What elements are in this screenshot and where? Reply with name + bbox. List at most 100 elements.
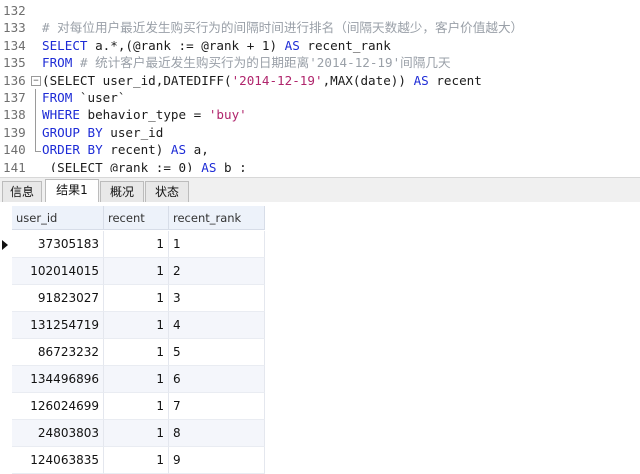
code-text: (SELECT @rank := 0) AS b ; xyxy=(42,159,247,172)
cell-recent[interactable]: 1 xyxy=(104,366,169,393)
code-token: '2014-12-19' xyxy=(231,72,323,88)
code-token: AS xyxy=(170,142,187,158)
line-number: 132 xyxy=(3,3,26,18)
code-line[interactable]: 134 SELECT a.*,(@rank := @rank + 1) AS re… xyxy=(0,37,640,54)
current-row-indicator-icon xyxy=(2,240,8,250)
code-text: ORDER BY recent) AS a, xyxy=(42,141,209,158)
code-line[interactable]: 141 (SELECT @rank := 0) AS b ; xyxy=(0,159,640,172)
cell-recent[interactable]: 1 xyxy=(104,285,169,312)
code-token: ORDER BY xyxy=(42,142,103,158)
table-row[interactable]: 91823027 1 3 xyxy=(0,285,265,312)
line-number: 140 xyxy=(3,142,26,158)
column-header-recent-rank[interactable]: recent_rank xyxy=(169,206,265,230)
result-grid: user_id recent recent_rank 37305183 1 1 102… xyxy=(0,202,640,474)
code-token: # 统计客户最近发生购买行为的日期距离'2014-12-19'间隔几天 xyxy=(79,55,451,71)
result-tabs: 信息 结果1 概况 状态 xyxy=(0,177,640,203)
table-row[interactable]: 131254719 1 4 xyxy=(0,312,265,339)
code-line[interactable]: 133 # 对每位用户最近发生购买行为的间隔时间进行排名（间隔天数越少，客户价值越… xyxy=(0,19,640,36)
code-token: FROM xyxy=(42,89,73,105)
cell-recent[interactable]: 1 xyxy=(104,258,169,285)
cell-recent-rank[interactable]: 1 xyxy=(169,231,265,258)
cell-recent[interactable]: 1 xyxy=(104,339,169,366)
code-text: FROM # 统计客户最近发生购买行为的日期距离'2014-12-19'间隔几天 xyxy=(42,54,451,71)
code-text: (SELECT user_id,DATEDIFF('2014-12-19',MA… xyxy=(42,72,482,89)
code-token: 'buy' xyxy=(208,107,247,123)
fold-guide xyxy=(35,88,36,107)
fold-end-guide xyxy=(35,141,41,153)
code-token: SELECT xyxy=(42,37,88,53)
code-line[interactable]: 139 GROUP BY user_id xyxy=(0,123,640,142)
cell-user-id[interactable]: 124063835 xyxy=(12,447,104,474)
cell-user-id[interactable]: 131254719 xyxy=(12,312,104,339)
cell-recent[interactable]: 1 xyxy=(104,231,169,258)
table-row[interactable]: 37305183 1 1 xyxy=(0,231,265,258)
tab-result1[interactable]: 结果1 xyxy=(45,179,99,203)
code-token: WHERE xyxy=(42,107,80,123)
tab-status[interactable]: 状态 xyxy=(145,181,189,202)
code-token: `user` xyxy=(72,89,126,105)
code-token: AS xyxy=(284,37,300,53)
cell-recent-rank[interactable]: 3 xyxy=(169,285,265,312)
line-number: 135 xyxy=(3,55,26,71)
code-line[interactable]: 136− (SELECT user_id,DATEDIFF('2014-12-19… xyxy=(0,72,640,89)
cell-user-id[interactable]: 86723232 xyxy=(12,339,104,366)
table-row[interactable]: 126024699 1 7 xyxy=(0,393,265,420)
cell-recent-rank[interactable]: 2 xyxy=(169,258,265,285)
cell-user-id[interactable]: 24803803 xyxy=(12,420,104,447)
tab-profile[interactable]: 概况 xyxy=(100,181,144,202)
cell-recent-rank[interactable]: 8 xyxy=(169,420,265,447)
table-row[interactable]: 124063835 1 9 xyxy=(0,447,265,474)
code-token: # 对每位用户最近发生购买行为的间隔时间进行排名（间隔天数越少，客户价值越大） xyxy=(42,20,524,36)
sql-editor[interactable]: 132 133 # 对每位用户最近发生购买行为的间隔时间进行排名（间隔天数越少，客户… xyxy=(0,0,640,172)
code-token: behavior_type = xyxy=(79,107,209,123)
code-text: GROUP BY user_id xyxy=(42,124,163,141)
cell-user-id[interactable]: 37305183 xyxy=(12,231,104,258)
code-token: a.*,(@rank := @rank + 1) xyxy=(87,37,285,53)
cell-recent-rank[interactable]: 6 xyxy=(169,366,265,393)
code-text: WHERE behavior_type = 'buy' xyxy=(42,106,247,123)
code-token: ,MAX(date)) xyxy=(322,72,414,88)
table-row[interactable]: 24803803 1 8 xyxy=(0,420,265,447)
code-token: AS xyxy=(413,72,429,88)
code-line[interactable]: 135 FROM # 统计客户最近发生购买行为的日期距离'2014-12-19'间… xyxy=(0,54,640,71)
cell-recent[interactable]: 1 xyxy=(104,420,169,447)
cell-user-id[interactable]: 134496896 xyxy=(12,366,104,393)
column-header-recent[interactable]: recent xyxy=(104,206,169,230)
code-token: AS xyxy=(201,159,217,172)
fold-guide xyxy=(35,106,36,124)
cell-recent-rank[interactable]: 5 xyxy=(169,339,265,366)
column-header-user-id[interactable]: user_id xyxy=(12,206,104,230)
line-number: 138 xyxy=(3,107,26,123)
code-token: recent xyxy=(428,72,482,88)
code-line[interactable]: 138 WHERE behavior_type = 'buy' xyxy=(0,106,640,124)
cell-recent-rank[interactable]: 7 xyxy=(169,393,265,420)
code-token: (SELECT @rank := 0) xyxy=(42,159,202,172)
cell-recent[interactable]: 1 xyxy=(104,393,169,420)
code-token: recent) xyxy=(102,142,171,158)
cell-user-id[interactable]: 91823027 xyxy=(12,285,104,312)
code-token: a, xyxy=(186,142,209,158)
table-row[interactable]: 86723232 1 5 xyxy=(0,339,265,366)
code-line[interactable]: 137 FROM `user` xyxy=(0,88,640,107)
fold-collapse-icon[interactable]: − xyxy=(31,75,41,86)
line-number: 136 xyxy=(3,72,26,88)
line-number: 134 xyxy=(3,37,26,53)
code-line[interactable]: 132 xyxy=(0,2,640,19)
tab-info[interactable]: 信息 xyxy=(2,181,42,202)
cell-recent-rank[interactable]: 9 xyxy=(169,447,265,474)
cell-recent-rank[interactable]: 4 xyxy=(169,312,265,339)
cell-recent[interactable]: 1 xyxy=(104,312,169,339)
cell-user-id[interactable]: 126024699 xyxy=(12,393,104,420)
cell-recent[interactable]: 1 xyxy=(104,447,169,474)
table-row[interactable]: 134496896 1 6 xyxy=(0,366,265,393)
code-line[interactable]: 140 ORDER BY recent) AS a, xyxy=(0,141,640,158)
cell-user-id[interactable]: 102014015 xyxy=(12,258,104,285)
table-row[interactable]: 102014015 1 2 xyxy=(0,258,265,285)
line-number: 133 xyxy=(3,20,26,36)
code-token: recent_rank xyxy=(299,37,391,53)
code-token: FROM xyxy=(42,55,73,71)
code-token: GROUP BY xyxy=(42,124,103,140)
code-text: FROM `user` xyxy=(42,89,125,106)
code-token: (SELECT user_id,DATEDIFF( xyxy=(42,72,232,88)
code-text: SELECT a.*,(@rank := @rank + 1) AS recen… xyxy=(42,37,391,54)
